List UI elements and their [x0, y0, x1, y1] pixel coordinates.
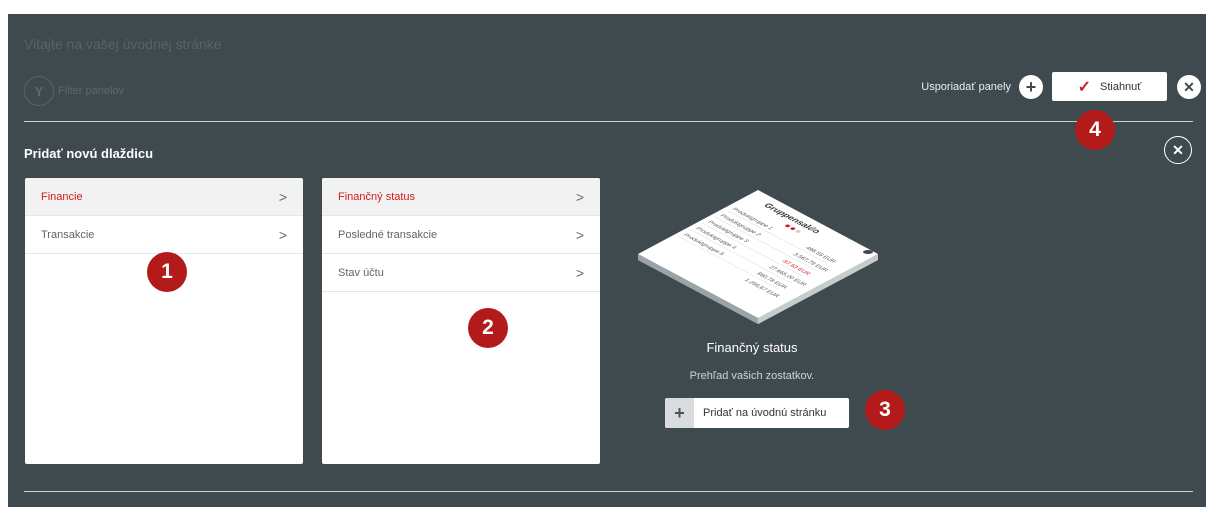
save-label: Stiahnuť [1099, 80, 1142, 93]
filter-panels[interactable]: Y Filter panelov [24, 76, 124, 106]
arrange-panels-label: Usporiadať panely [921, 80, 1011, 93]
add-to-home-label: Pridať na úvodnú stránku [703, 407, 827, 419]
subcategory-item-posledne-transakcie[interactable]: Posledné transakcie > [322, 216, 600, 254]
plus-icon: + [665, 398, 694, 428]
subcategory-item-financny-status[interactable]: Finančný status > [322, 178, 600, 216]
category-list: Financie > Transakcie > [25, 178, 303, 464]
callout-badge-3: 3 [865, 390, 905, 430]
toolbar: Usporiadať panely + ✓ Stiahnuť ✕ [921, 72, 1206, 101]
subcategory-list: Finančný status > Posledné transakcie > … [322, 178, 600, 464]
chevron-right-icon: > [278, 188, 287, 205]
chevron-right-icon: > [278, 226, 287, 243]
top-divider [24, 121, 1193, 122]
plus-icon: + [1025, 76, 1037, 97]
callout-badge-2: 2 [468, 308, 508, 348]
tile-preview-image: Gruppensaldo Produktgruppe 1 498,55 EUR … [638, 190, 878, 324]
subcategory-item-stav-uctu[interactable]: Stav účtu > [322, 254, 600, 292]
bottom-divider [24, 491, 1193, 492]
filter-label: Filter panelov [58, 85, 125, 97]
chevron-right-icon: > [575, 188, 584, 205]
category-item-transakcie[interactable]: Transakcie > [25, 216, 303, 254]
check-icon: ✓ [1077, 78, 1091, 96]
callout-badge-4: 4 [1075, 110, 1115, 150]
page-title: Vitajte na vašej úvodnej stránke [24, 36, 222, 52]
filter-icon[interactable]: Y [24, 76, 54, 106]
category-label: Transakcie [41, 228, 95, 241]
close-edit-button[interactable]: ✕ [1177, 74, 1201, 99]
subcategory-label: Posledné transakcie [338, 228, 438, 241]
callout-badge-1: 1 [147, 252, 187, 292]
close-icon: ✕ [1183, 78, 1195, 95]
close-add-tile-button[interactable]: ✕ [1164, 136, 1192, 164]
chevron-right-icon: > [575, 264, 584, 281]
preview-title: Finančný status [706, 340, 798, 355]
add-panel-button[interactable]: + [1019, 74, 1043, 99]
save-button[interactable]: ✓ Stiahnuť [1052, 72, 1167, 101]
chevron-right-icon: > [575, 226, 584, 243]
close-icon: ✕ [1172, 141, 1184, 158]
add-tile-title: Pridať novú dlaždicu [24, 146, 154, 161]
subcategory-label: Stav účtu [338, 266, 384, 279]
add-to-home-button[interactable]: + Pridať na úvodnú stránku [665, 398, 849, 428]
category-item-financie[interactable]: Financie > [25, 178, 303, 216]
category-label: Financie [41, 190, 83, 203]
preview-description: Prehľad vašich zostatkov. [689, 370, 815, 382]
dashboard-frame: Vitajte na vašej úvodnej stránke Y Filte… [8, 14, 1206, 507]
subcategory-label: Finančný status [338, 190, 416, 203]
